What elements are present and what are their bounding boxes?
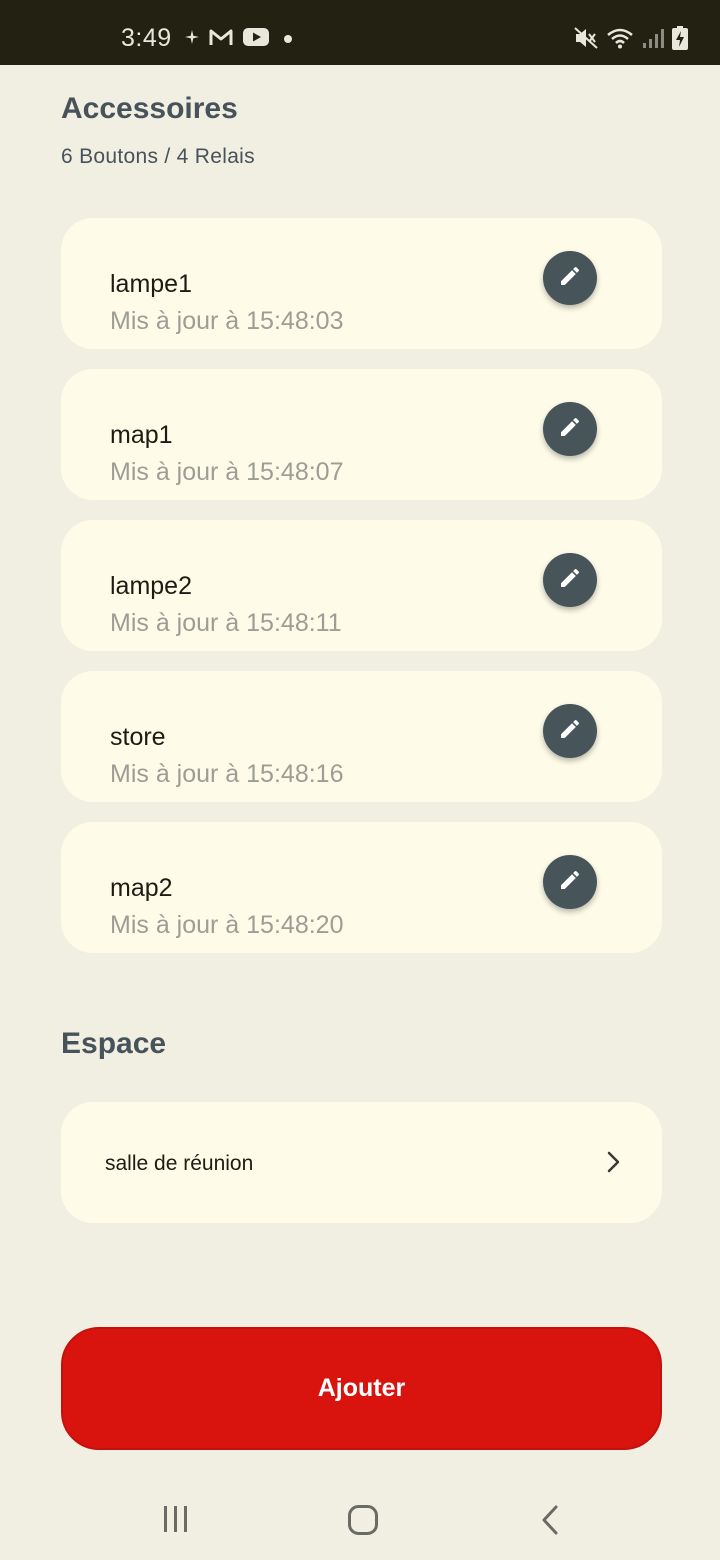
battery-charging-icon bbox=[672, 26, 688, 55]
accessory-updated: Mis à jour à 15:48:07 bbox=[110, 458, 344, 486]
accessory-name: lampe2 bbox=[110, 572, 192, 600]
accessory-updated: Mis à jour à 15:48:20 bbox=[110, 911, 344, 939]
accessories-title: Accessoires bbox=[61, 92, 238, 125]
accessory-card[interactable]: store Mis à jour à 15:48:16 bbox=[61, 671, 662, 802]
status-left-icons bbox=[185, 28, 297, 51]
accessory-updated: Mis à jour à 15:48:03 bbox=[110, 307, 344, 335]
status-time: 3:49 bbox=[121, 24, 172, 52]
recent-apps-icon[interactable] bbox=[162, 1504, 190, 1539]
pencil-icon bbox=[558, 868, 582, 897]
accessory-card[interactable]: lampe1 Mis à jour à 15:48:03 bbox=[61, 218, 662, 349]
pencil-icon bbox=[558, 264, 582, 293]
accessory-name: store bbox=[110, 723, 166, 751]
pencil-icon bbox=[558, 717, 582, 746]
status-right-icons bbox=[574, 26, 688, 55]
back-icon[interactable] bbox=[540, 1504, 560, 1541]
space-item[interactable]: salle de réunion bbox=[61, 1102, 662, 1223]
signal-icon bbox=[642, 27, 664, 54]
accessory-updated: Mis à jour à 15:48:11 bbox=[110, 609, 342, 637]
home-icon[interactable] bbox=[347, 1504, 379, 1541]
chevron-right-icon bbox=[606, 1150, 622, 1179]
edit-button[interactable] bbox=[543, 704, 597, 758]
edit-button[interactable] bbox=[543, 402, 597, 456]
accessory-updated: Mis à jour à 15:48:16 bbox=[110, 760, 344, 788]
accessory-name: lampe1 bbox=[110, 270, 192, 298]
edit-button[interactable] bbox=[543, 553, 597, 607]
accessory-card[interactable]: map2 Mis à jour à 15:48:20 bbox=[61, 822, 662, 953]
edit-button[interactable] bbox=[543, 855, 597, 909]
dot-icon bbox=[279, 31, 297, 49]
status-bar: 3:49 bbox=[0, 0, 720, 65]
navigation-bar bbox=[0, 1480, 720, 1560]
accessory-card[interactable]: map1 Mis à jour à 15:48:07 bbox=[61, 369, 662, 500]
accessory-name: map2 bbox=[110, 874, 173, 902]
youtube-icon bbox=[243, 28, 269, 51]
space-item-label: salle de réunion bbox=[105, 1152, 254, 1175]
pencil-icon bbox=[558, 415, 582, 444]
accessory-name: map1 bbox=[110, 421, 173, 449]
edit-button[interactable] bbox=[543, 251, 597, 305]
accessories-summary: 6 Boutons / 4 Relais bbox=[61, 145, 255, 168]
space-title: Espace bbox=[61, 1027, 167, 1060]
sparkle-icon bbox=[185, 30, 199, 49]
mute-icon bbox=[574, 27, 598, 54]
wifi-icon bbox=[606, 27, 634, 54]
accessory-card[interactable]: lampe2 Mis à jour à 15:48:11 bbox=[61, 520, 662, 651]
pencil-icon bbox=[558, 566, 582, 595]
gmail-icon bbox=[209, 28, 233, 51]
add-button[interactable]: Ajouter bbox=[61, 1327, 662, 1450]
